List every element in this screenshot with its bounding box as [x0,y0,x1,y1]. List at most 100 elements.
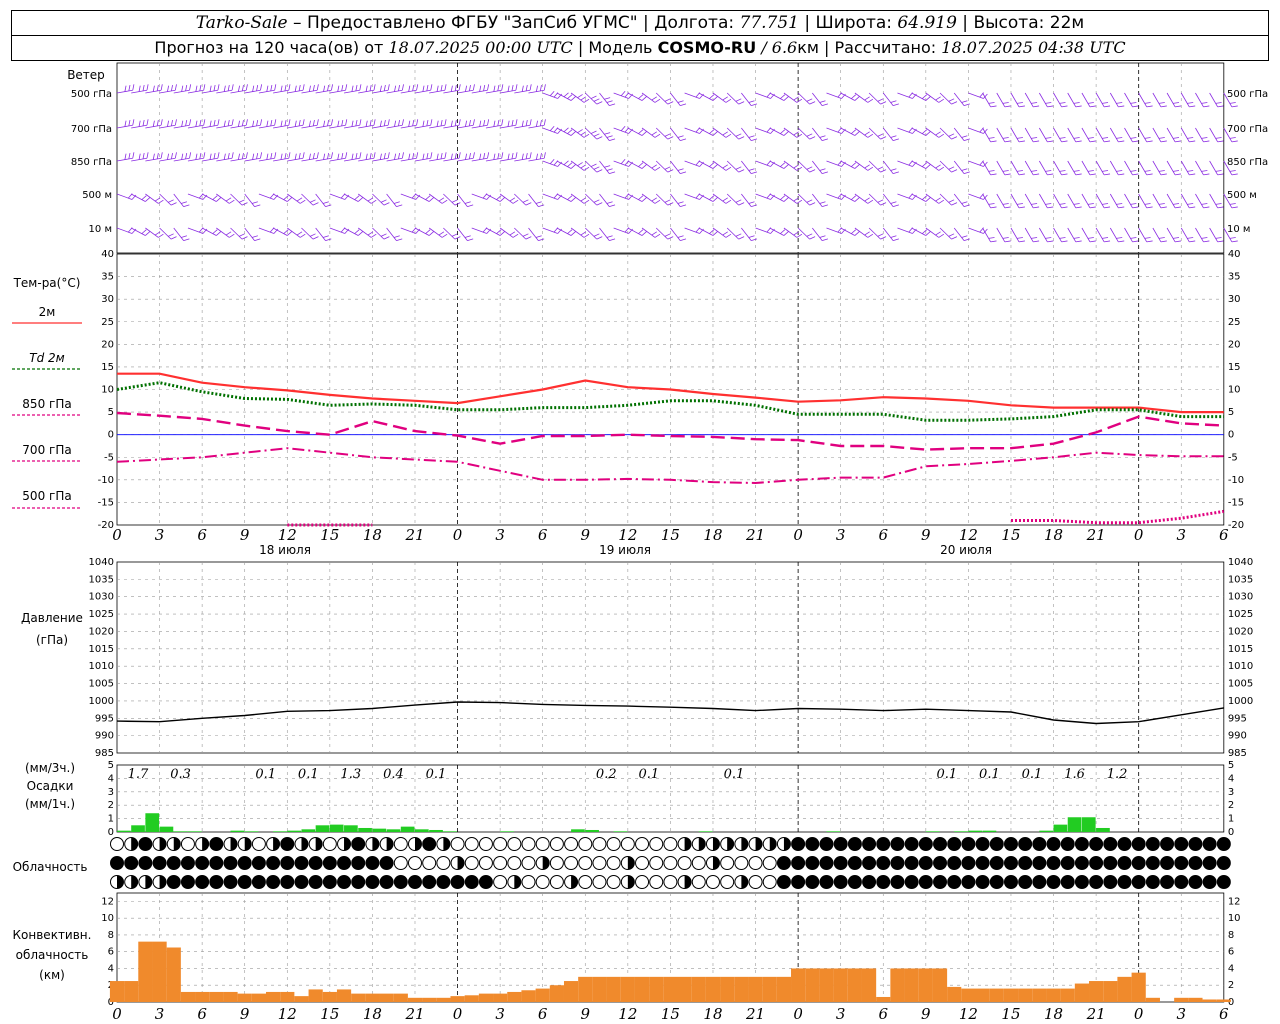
wind-barb-feather [425,195,431,200]
wind-barb [1209,92,1218,108]
wind-barb [173,193,184,207]
wind-barb [655,160,669,173]
wind-barb-feather [1116,203,1123,205]
wind-barb-feather [1144,203,1151,205]
wind-barb-feather [712,164,718,169]
wind-barb-feather [921,162,928,167]
wind-barb [726,92,739,105]
wind-barb [1067,227,1077,243]
wind-barb [868,227,881,240]
wind-barb-feather [181,153,184,160]
y-tick-label-left: 1005 [89,679,114,690]
cloud-cover-fill [173,837,181,851]
wind-barb [1039,160,1048,176]
wind-barb-feather [1172,237,1180,239]
cloud-cover-symbol [933,856,948,870]
wind-barb-feather [938,98,945,103]
wind-barb [641,227,656,238]
y-tick-label-left: 10 [101,913,114,924]
wind-barb-feather [725,166,732,171]
wind-barb-feather [309,233,316,237]
cloud-cover-symbol [819,856,834,870]
wind-barb [528,227,539,241]
y-tick-label-right: 15 [1228,362,1241,373]
wind-barb-feather [1075,173,1082,176]
wind-barb-feather [1203,140,1210,143]
y-tick-label-left: 1 [108,814,114,825]
cloud-cover-fill [571,875,578,889]
wind-barb-feather [819,168,826,171]
cloud-cover-symbol [1160,837,1175,851]
wind-barb-feather [393,235,400,238]
wind-barb-feather [1132,105,1139,108]
wind-barb-feather [877,98,884,102]
wind-barb [244,193,255,207]
cloud-cover-symbol [464,875,479,889]
wind-barb-feather [1231,105,1238,108]
wind-barb-feather [1229,170,1236,172]
wind-barb [741,227,752,241]
x-tick-label-bottom: 15 [320,1005,339,1023]
wind-barb [1109,193,1119,209]
convective-bar [989,988,1004,1002]
wind-barb [655,92,669,105]
wind-barb-feather [951,202,958,206]
wind-barb-feather [651,164,658,169]
wind-barb-feather [1144,137,1151,139]
x-tick-label-temp: 15 [661,526,680,544]
wind-barb-feather [851,162,857,167]
wind-barb [670,160,681,174]
wind-barb-feather [596,236,603,240]
wind-barb-feather [577,129,583,134]
wind-barb [953,160,965,174]
wind-barb-feather [316,84,319,91]
wind-barb [925,227,940,238]
precip-bar [301,829,316,832]
wind-barb-feather [312,202,319,206]
wind-barb [882,160,894,174]
wind-barb-feather [609,103,616,106]
wind-barb-feather [1201,137,1208,139]
wind-barb-feather [864,197,870,202]
wind-barb [1010,92,1020,108]
cloud-cover-symbol [407,856,422,870]
convective-bar [379,993,394,1002]
wind-barb-feather [189,119,192,126]
wind-barb-feather [539,152,542,159]
wind-barb-feather [680,138,687,141]
wind-barb-feather [606,201,613,204]
wind-barb-feather [238,85,240,92]
wind-barb-feather [217,152,220,159]
x-tick-label-bottom: 9 [240,1005,250,1023]
wind-barb-feather [796,199,803,204]
wind-barb-feather [806,166,813,170]
convective-bar [351,993,366,1002]
wind-barb-feather [963,103,970,106]
cloud-cover-symbol [1216,856,1231,870]
cloud-cover-symbol [507,856,522,870]
wind-barb-feather [1132,206,1139,209]
precip-3h-label: 0.4 [383,767,404,782]
wind-barb-feather [925,96,931,101]
cloud-cover-symbol [677,856,692,870]
wind-barb-feather [245,119,248,126]
wind-barb-feather [170,202,177,206]
wind-barb-feather [948,133,955,137]
wind-barb-feather [1160,140,1167,143]
precip-bar [187,831,202,832]
convective-bar [620,976,635,1002]
wind-barb-feather [890,168,897,171]
wind-barb-feather [867,98,874,103]
wind-barb-feather [309,199,316,203]
wind-barb-feather [606,135,613,138]
wind-barb-feather [170,236,177,240]
wind-barb-feather [511,152,514,159]
wind-barb [953,92,965,106]
wind-barb-feather [1174,173,1182,176]
cloud-cover-fill [698,837,706,851]
precip-3h-label: 0.1 [936,767,957,782]
wind-barb-feather [256,152,259,159]
y-tick-label-left: 1025 [89,609,114,620]
y-tick-label-left: 25 [101,317,114,328]
wind-barb-feather [454,119,457,126]
